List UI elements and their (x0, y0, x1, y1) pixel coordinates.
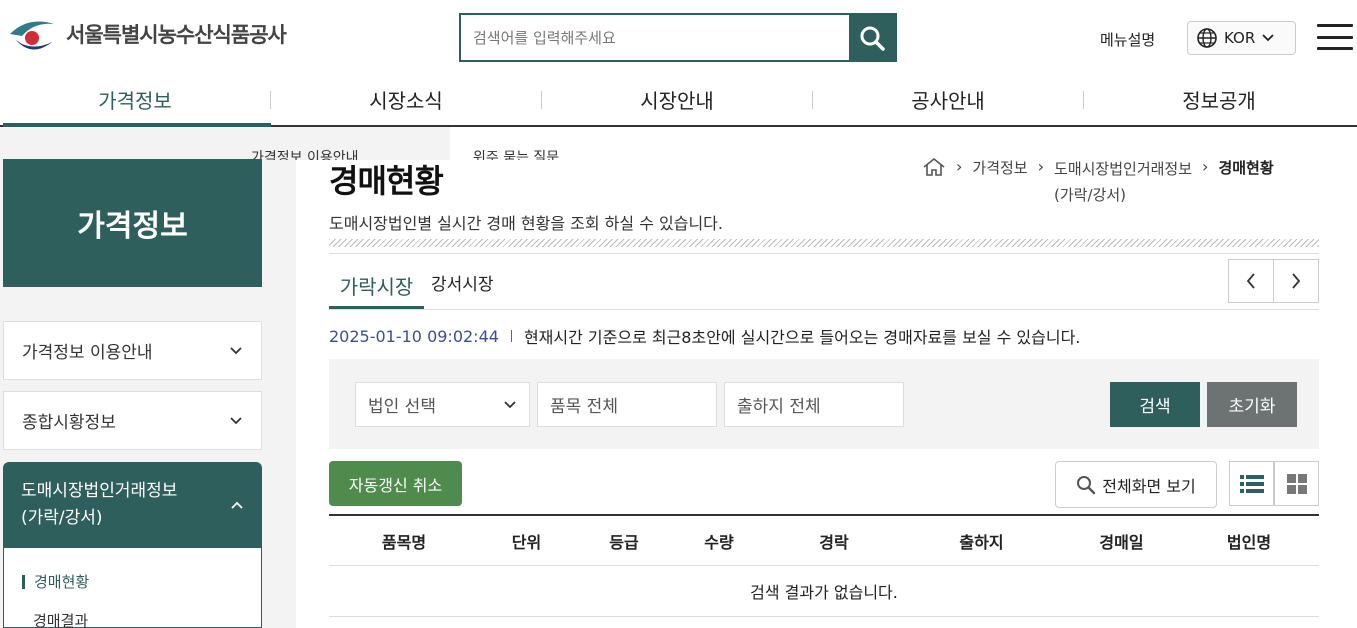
gnb-disclosure[interactable]: 정보공개 (1084, 74, 1354, 125)
tab-divider (329, 309, 1319, 310)
hamburger-bar (1317, 24, 1353, 27)
column-header: 출하지 (959, 532, 1004, 552)
table-header: 품목명 단위 등급 수량 경락 출하지 경매일 법인명 (329, 514, 1319, 566)
main-navigation: 가격정보 시장소식 시장안내 공사안내 정보공개 (0, 74, 1357, 127)
origin-select[interactable]: 출하지 전체 (724, 382, 904, 427)
chevron-right-icon: › (1202, 157, 1209, 176)
chevron-down-icon (230, 416, 242, 424)
sidebar-submenu: 경매현황 경매결과 (3, 548, 262, 628)
language-selector[interactable]: KOR (1187, 21, 1296, 55)
column-header: 수량 (704, 532, 734, 552)
column-header: 법인명 (1226, 532, 1272, 552)
sidebar-title: 가격정보 (3, 159, 262, 287)
item-select[interactable]: 품목 전체 (537, 382, 717, 427)
hamburger-bar (1317, 35, 1353, 39)
search-button[interactable] (849, 15, 895, 60)
time-info: 2025-01-10 09:02:44 현재시간 기준으로 최근8초안에 실시간… (329, 324, 1080, 348)
search-submit-button[interactable]: 검색 (1110, 382, 1200, 427)
column-header: 등급 (609, 532, 639, 552)
home-icon[interactable] (922, 157, 946, 177)
submenu-auction-result[interactable]: 경매결과 (33, 610, 88, 628)
grid-view-button[interactable] (1274, 461, 1319, 506)
chevron-down-icon (504, 400, 516, 408)
gnb-dropdown-peek: 위주 묻는 질문 (473, 127, 613, 160)
search-bar (459, 13, 897, 62)
fullscreen-button[interactable]: 전체화면 보기 (1055, 461, 1217, 508)
current-timestamp: 2025-01-10 09:02:44 (329, 326, 499, 346)
gnb-market-guide[interactable]: 시장안내 (542, 74, 812, 125)
sidebar-item-market-summary[interactable]: 종합시황정보 (3, 391, 262, 450)
logo-icon (10, 21, 54, 50)
divider (510, 330, 512, 342)
tab-gangseo-market[interactable]: 강서시장 (431, 260, 494, 305)
dropdown-item[interactable]: 위주 묻는 질문 (473, 147, 559, 160)
submenu-auction-status[interactable]: 경매현황 (22, 571, 89, 592)
column-header: 경매일 (1099, 532, 1144, 552)
title-divider (329, 239, 1319, 247)
sidebar-item-label: 종합시황정보 (22, 413, 116, 433)
chevron-down-icon (1262, 34, 1274, 42)
divider (329, 253, 1319, 254)
corp-select[interactable]: 법인 선택 (355, 382, 530, 427)
sidebar-item-wholesale-trade[interactable]: 도매시장법인거래정보 (가락/강서) (3, 462, 262, 548)
sidebar-item-price-guide[interactable]: 가격정보 이용안내 (3, 321, 262, 380)
hamburger-menu-button[interactable] (1317, 24, 1353, 50)
corp-select-value: 법인 선택 (368, 397, 436, 417)
grid-icon (1286, 473, 1307, 494)
sidebar-item-label: 도매시장법인거래정보 (가락/강서) (21, 480, 178, 528)
breadcrumb: › 가격정보 › 도매시장법인거래정보 (가락/강서) › 경매현황 (922, 157, 1274, 208)
gnb-market-news[interactable]: 시장소식 (271, 74, 541, 125)
breadcrumb-item[interactable]: 가격정보 (972, 157, 1027, 178)
breadcrumb-item[interactable]: 도매시장법인거래정보 (가락/강서) (1054, 157, 1192, 208)
page-title: 경매현황 (329, 162, 444, 200)
chevron-up-icon (231, 501, 243, 509)
column-header: 단위 (511, 532, 542, 552)
search-icon (860, 26, 885, 51)
hamburger-bar (1317, 47, 1353, 50)
next-button[interactable] (1273, 259, 1319, 303)
search-input[interactable] (461, 15, 849, 60)
list-icon (1239, 474, 1264, 493)
menu-description-link[interactable]: 메뉴설명 (1100, 29, 1155, 50)
empty-results-message: 검색 결과가 없습니다. (329, 566, 1319, 617)
breadcrumb-current: 경매현황 (1218, 159, 1274, 177)
gnb-corp-guide[interactable]: 공사안내 (813, 74, 1083, 125)
list-view-button[interactable] (1229, 461, 1274, 506)
fullscreen-label: 전체화면 보기 (1102, 476, 1196, 496)
chevron-down-icon (230, 346, 242, 354)
reset-button[interactable]: 초기화 (1207, 382, 1297, 427)
search-icon (1077, 475, 1096, 494)
chevron-left-icon (1246, 273, 1255, 289)
gnb-price-info[interactable]: 가격정보 (0, 74, 271, 127)
sidebar-item-label: 가격정보 이용안내 (22, 343, 153, 363)
column-header: 품목명 (381, 532, 427, 552)
chevron-right-icon (1292, 273, 1301, 289)
prev-button[interactable] (1228, 259, 1274, 303)
language-label: KOR (1224, 29, 1256, 47)
chevron-right-icon: › (1037, 157, 1045, 176)
logo-text: 서울특별시농수산식품공사 (66, 23, 287, 47)
globe-icon (1197, 28, 1217, 48)
item-select-value: 품목 전체 (550, 397, 618, 417)
page-description: 도매시장법인별 실시간 경매 현황을 조회 하실 수 있습니다. (329, 214, 723, 233)
chevron-right-icon: › (956, 157, 963, 176)
tab-garak-market[interactable]: 가락시장 (329, 265, 424, 310)
time-info-text: 현재시간 기준으로 최근8초안에 실시간으로 들어오는 경매자료를 보실 수 있… (523, 328, 1081, 347)
auto-refresh-cancel-button[interactable]: 자동갱신 취소 (329, 461, 462, 506)
origin-select-value: 출하지 전체 (737, 397, 821, 417)
site-logo[interactable]: 서울특별시농수산식품공사 (8, 14, 287, 54)
column-header: 경락 (819, 532, 849, 552)
